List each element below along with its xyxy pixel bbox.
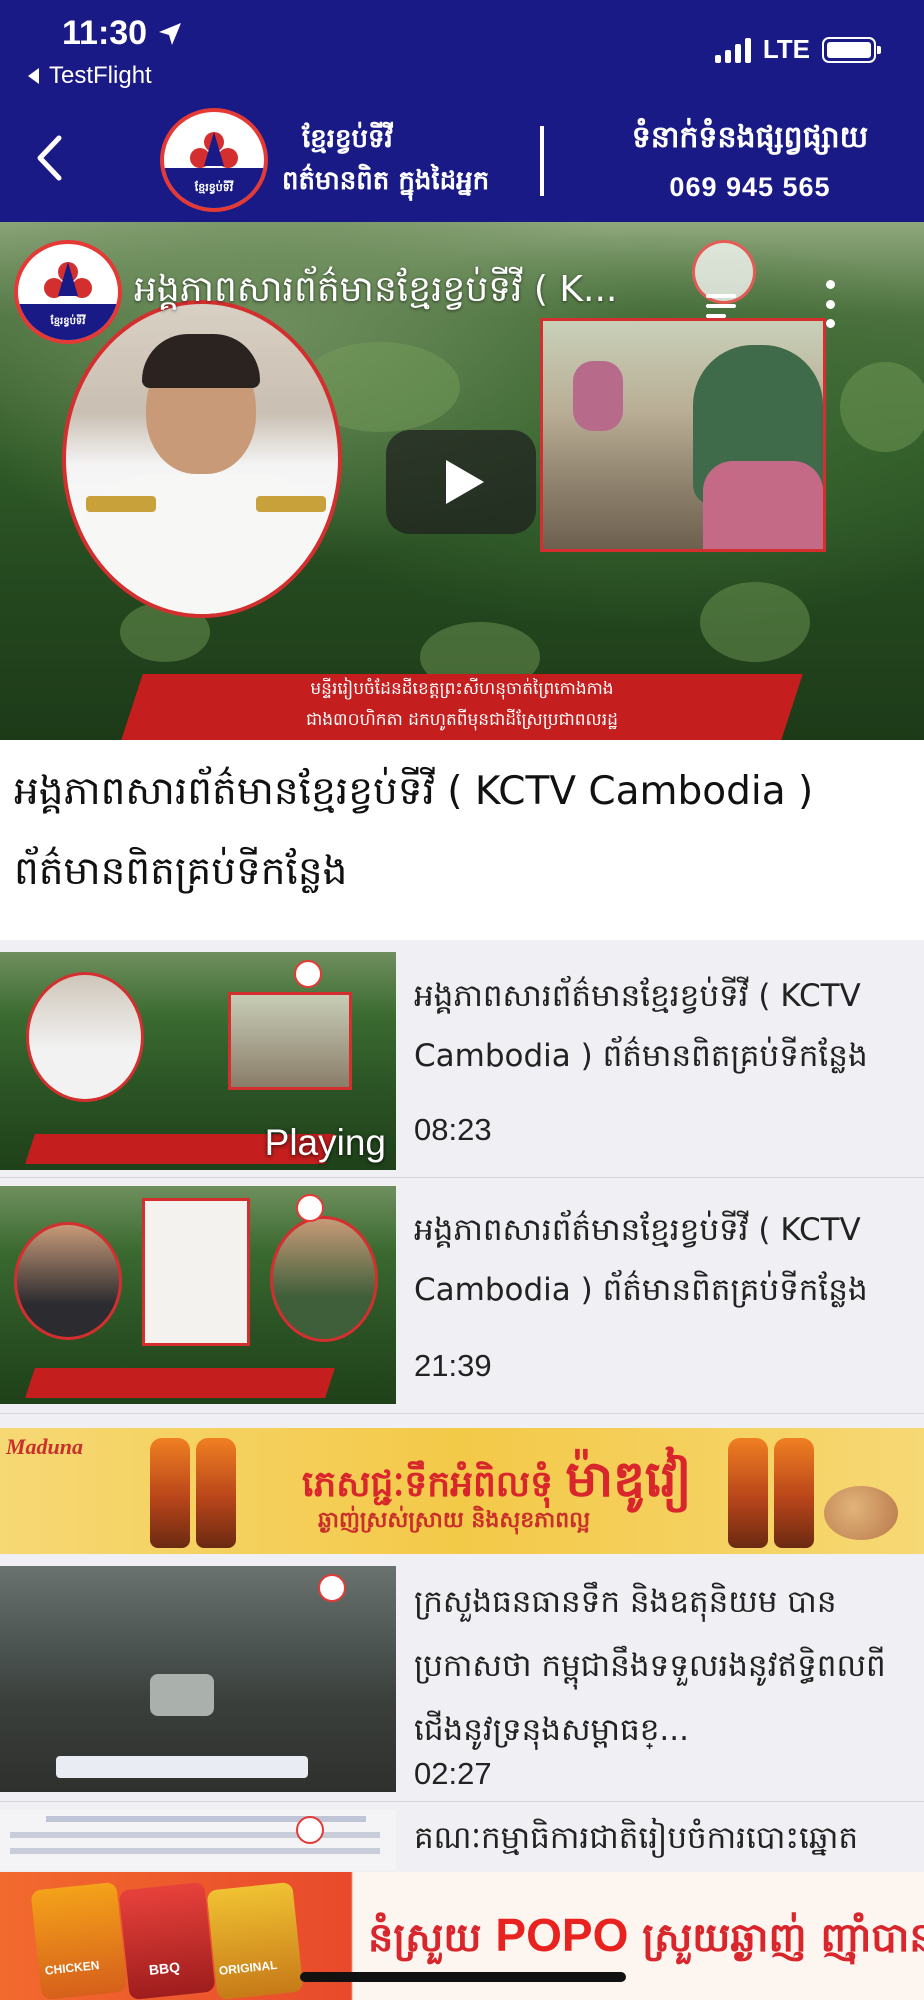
title-line: ក្រសួងធនធានទឹក និងឧតុនិយម បាន [414, 1584, 837, 1620]
network-type: LTE [762, 34, 810, 64]
title-line: គណៈកម្មាធិការជាតិរៀបចំការបោះឆ្នោត [414, 1820, 859, 1856]
status-time: 11:30 [62, 14, 183, 53]
thumb-logo [318, 1574, 346, 1602]
ad-chip-pack: ORIGINAL [206, 1881, 304, 2000]
header-divider [540, 126, 544, 196]
thumb-logo [296, 1816, 324, 1844]
video-player[interactable]: ខ្មែរខ្វប់ទីវី អង្គភាពសារព័ត៌មានខ្មែរខ្វ… [0, 222, 924, 742]
list-item[interactable]: អង្គភាពសារព័ត៌មានខ្មែរខ្វប់ទីវី ( KCTV C… [0, 1178, 924, 1414]
ad-snack-brand: POPO [495, 1909, 629, 1961]
ad-chip-pack: BBQ [118, 1881, 216, 2000]
list-item-title: គណៈកម្មាធិការជាតិរៀបចំការបោះឆ្នោត [414, 1808, 914, 1868]
status-indicators: LTE [714, 34, 881, 65]
list-item-title: អង្គភាពសារព័ត៌មានខ្មែរខ្វប់ទីវី ( KCTV C… [414, 966, 914, 1086]
chip-flavor: CHICKEN [44, 1958, 101, 1978]
ad-snack-a: នំស្រួយ [368, 1915, 482, 1961]
chip-flavor: ORIGINAL [218, 1957, 279, 1978]
back-app-label: TestFlight [49, 62, 152, 89]
video-heading: អង្គភាពសារព័ត៌មានខ្មែរខ្វប់ទីវី ( KCTV C… [14, 752, 910, 912]
video-thumb-photo [540, 318, 826, 552]
title-line: អង្គភាពសារព័ត៌មានខ្មែរខ្វប់ទីវី ( KCTV [414, 978, 861, 1014]
title-line: Cambodia ) ព័ត៌មានពិតគ្រប់ទីកន្លែង [414, 1038, 868, 1074]
ad-snack-text: នំស្រួយ POPO ស្រួយឆ្ងាញ់ ញ៉ាំបានគ្រប់ពេល [368, 1908, 924, 1971]
back-button[interactable] [24, 128, 74, 188]
playing-badge: Playing [264, 1122, 386, 1163]
thumb-banner [25, 1368, 335, 1398]
back-to-app[interactable]: TestFlight [28, 62, 152, 90]
heading-line-1: អង្គភាពសារព័ត៌មានខ្មែរខ្វប់ទីវី ( KCTV C… [14, 769, 814, 814]
title-line: ជើងនូវទ្រនុងសម្ពាធខ្... [414, 1712, 689, 1748]
thumb-document [142, 1198, 250, 1346]
list-item-title: ក្រសួងធនធានទឹក និងឧតុនិយម បាន ប្រកាសថា ក… [414, 1570, 914, 1762]
banner-line-2: ជាង៣០ហិកតា ដកហូតពីមុនជាដីស្រែប្រជាពលរដ្ឋ [306, 710, 618, 730]
list-item-duration: 21:39 [414, 1348, 492, 1383]
player-channel-logo[interactable]: ខ្មែរខ្វប់ទីវី [14, 240, 122, 344]
playlist-queue-icon[interactable] [706, 288, 746, 328]
status-time-text: 11:30 [62, 14, 148, 52]
ad-tagline: ឆ្ងាញ់ស្រស់ស្រាយ និងសុខភាពល្អ [318, 1508, 591, 1533]
battery-icon [822, 36, 881, 63]
banner-line-1: មន្ទីររៀបចំដែនដីខេត្តព្រះសីហនុចាត់ព្រៃកោ… [310, 679, 614, 699]
thumb-portrait-2 [270, 1216, 378, 1342]
list-thumbnail[interactable] [0, 1566, 396, 1792]
logo-emblem-icon [44, 262, 92, 298]
list-item-title: អង្គភាពសារព័ត៌មានខ្មែរខ្វប់ទីវី ( KCTV C… [414, 1200, 914, 1320]
signal-icon [714, 37, 751, 63]
news-banner: មន្ទីររៀបចំដែនដីខេត្តព្រះសីហនុចាត់ព្រៃកោ… [150, 674, 774, 740]
heading-line-2: ព័ត៌មានពិតគ្រប់ទីកន្លែង [14, 849, 348, 894]
title-line: Cambodia ) ព័ត៌មានពិតគ្រប់ទីកន្លែង [414, 1272, 868, 1308]
home-indicator[interactable] [300, 1972, 626, 1982]
chevron-left-icon [37, 135, 62, 181]
logo-text: ខ្មែរខ្វប់ទីវី [164, 168, 264, 208]
ad-tamarind-image [824, 1486, 898, 1540]
list-item[interactable]: Playing អង្គភាពសារព័ត៌មានខ្មែរខ្វប់ទីវី … [0, 944, 924, 1178]
list-item-duration: 08:23 [414, 1112, 492, 1147]
ad-snack-c: ស្រួយឆ្ងាញ់ ញ៉ាំបានគ្រប់ពេល [642, 1915, 924, 1961]
title-line: អង្គភាពសារព័ត៌មានខ្មែរខ្វប់ទីវី ( KCTV [414, 1212, 861, 1248]
chip-flavor: BBQ [148, 1958, 181, 1979]
list-thumbnail[interactable]: Playing [0, 952, 396, 1170]
ad-chip-pack: CHICKEN [30, 1881, 128, 2000]
back-triangle-icon [28, 68, 39, 84]
list-item-duration: 02:27 [414, 1756, 492, 1791]
thumb-logo [296, 1194, 324, 1222]
app-header: 11:30 TestFlight LTE ខ្មែរខ្វប់ទីវី ខ្មែ… [0, 0, 924, 222]
more-options-icon[interactable] [822, 280, 838, 328]
ad-headline-a: ភេសជ្ជៈទឹកអំពិលទុំ [302, 1464, 553, 1505]
video-thumb-portrait [62, 300, 342, 618]
list-item[interactable]: ក្រសួងធនធានទឹក និងឧតុនិយម បាន ប្រកាសថា ក… [0, 1560, 924, 1802]
contact-phone[interactable]: 069 945 565 [600, 172, 900, 203]
contact-label: ទំនាក់ទំនងផ្សព្វផ្សាយ [631, 120, 869, 155]
play-button[interactable] [386, 430, 536, 534]
brand-slogan: ពត៌មានពិត ក្នុងដៃអ្នក [282, 166, 490, 196]
location-arrow-icon [159, 22, 182, 45]
player-bottom-edge [0, 740, 924, 742]
channel-logo: ខ្មែរខ្វប់ទីវី [160, 108, 268, 212]
thumb-logo [294, 960, 322, 988]
video-title: អង្គភាពសារព័ត៌មានខ្មែរខ្វប់ទីវី ( K... [134, 269, 618, 310]
ad-brand: Maduna [6, 1434, 84, 1459]
player-logo-text: ខ្មែរខ្វប់ទីវី [18, 304, 118, 340]
ad-headline-b: ម៉ាឌូវៀ [565, 1450, 692, 1508]
list-thumbnail[interactable] [0, 1810, 396, 1870]
title-line: ប្រកាសថា កម្ពុជានឹងទទួលរងនូវឥទ្ធិពលពី [414, 1648, 886, 1684]
list-item[interactable]: គណៈកម្មាធិការជាតិរៀបចំការបោះឆ្នោត [0, 1802, 924, 1882]
thumb-photo [228, 992, 352, 1090]
brand-name: ខ្មែរខ្វប់ទីវី [302, 124, 393, 154]
thumb-portrait [14, 1222, 122, 1340]
thumb-portrait [26, 972, 144, 1102]
ad-banner-drink[interactable]: Maduna ភេសជ្ជៈទឹកអំពិលទុំ ម៉ាឌូវៀ ឆ្ងាញ់… [0, 1428, 924, 1554]
brand-block: ខ្មែរខ្វប់ទីវី ពត៌មានពិត ក្នុងដៃអ្នក [282, 118, 489, 202]
contact-block[interactable]: ទំនាក់ទំនងផ្សព្វផ្សាយ 069 945 565 [600, 118, 900, 203]
list-thumbnail[interactable] [0, 1186, 396, 1404]
